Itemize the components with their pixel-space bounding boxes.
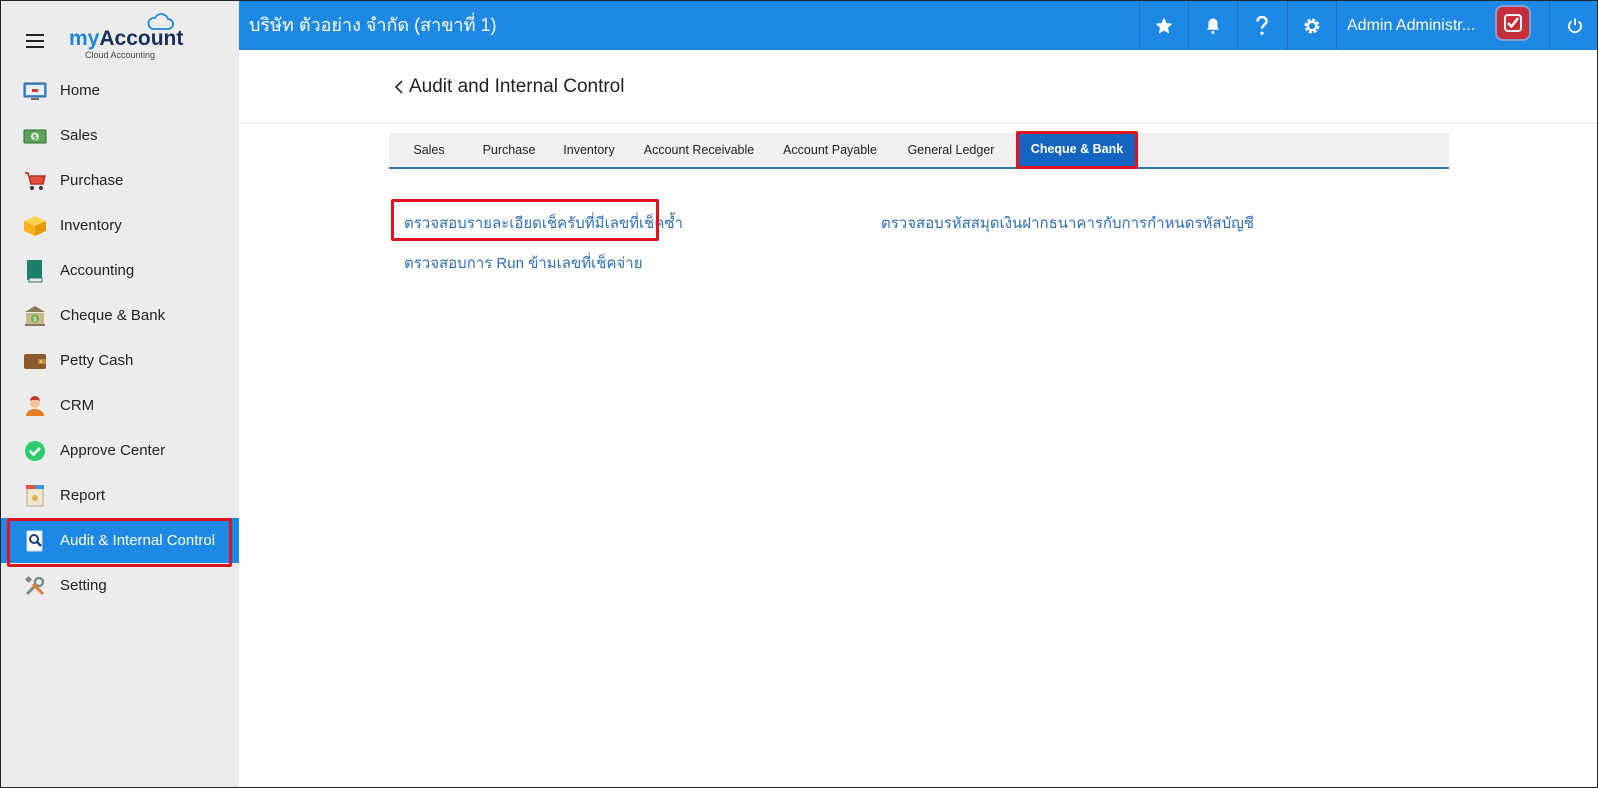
check-circle-icon xyxy=(23,439,47,463)
topbar: บริษัท ตัวอย่าง จำกัด (สาขาที่ 1) Admin … xyxy=(239,1,1597,50)
sidebar-item-audit-internal-control[interactable]: Audit & Internal Control xyxy=(1,518,239,567)
sidebar-item-label: Cheque & Bank xyxy=(60,307,166,324)
sidebar-item-label: Sales xyxy=(60,127,98,144)
sidebar-item-accounting[interactable]: Accounting xyxy=(1,248,239,293)
tools-icon xyxy=(23,574,47,598)
ledger-book-icon xyxy=(23,259,47,283)
tab-account-receivable[interactable]: Account Receivable xyxy=(629,133,769,167)
tab-inventory[interactable]: Inventory xyxy=(549,133,629,167)
link-skip-run-cheque-paid[interactable]: ตรวจสอบการ Run ข้ามเลขที่เช็คจ่าย xyxy=(404,251,642,275)
settings-button[interactable] xyxy=(1287,1,1336,50)
bell-icon xyxy=(1207,18,1219,34)
sidebar-item-approve-center[interactable]: Approve Center xyxy=(1,428,239,473)
sidebar-item-label: Home xyxy=(60,82,101,99)
page-title: Audit and Internal Control xyxy=(409,76,625,97)
brand: myAccount Cloud Accounting xyxy=(1,1,239,67)
sidebar-item-setting[interactable]: Setting xyxy=(1,563,239,608)
logo-account: Account xyxy=(99,27,184,50)
bank-icon: $ xyxy=(23,304,47,328)
sidebar-item-sales[interactable]: $ Sales xyxy=(1,113,239,158)
username: Admin Administr... xyxy=(1347,17,1476,34)
sidebar-item-purchase[interactable]: Purchase xyxy=(1,158,239,203)
svg-text:$: $ xyxy=(33,133,37,141)
logout-button[interactable] xyxy=(1549,1,1597,50)
tab-account-payable[interactable]: Account Payable xyxy=(769,133,891,167)
tab-cheque-bank[interactable]: Cheque & Bank xyxy=(1016,131,1138,169)
sidebar-item-inventory[interactable]: Inventory xyxy=(1,203,239,248)
help-button[interactable] xyxy=(1237,1,1286,50)
tab-purchase[interactable]: Purchase xyxy=(469,133,549,167)
svg-text:$: $ xyxy=(33,316,37,323)
company-name[interactable]: บริษัท ตัวอย่าง จำกัด (สาขาที่ 1) xyxy=(249,1,497,50)
app-window: myAccount Cloud Accounting Home $ Sales xyxy=(0,0,1598,788)
sidebar-item-home[interactable]: Home xyxy=(1,68,239,113)
tab-sales[interactable]: Sales xyxy=(389,133,469,167)
sidebar-item-label: Approve Center xyxy=(60,442,166,459)
avatar xyxy=(1497,7,1529,39)
customer-icon xyxy=(23,394,47,418)
chevron-left-icon xyxy=(394,80,403,94)
user-menu[interactable]: Admin Administr... xyxy=(1336,1,1549,50)
audit-magnifier-icon xyxy=(23,529,47,553)
help-icon xyxy=(1256,15,1268,35)
sidebar-item-petty-cash[interactable]: Petty Cash xyxy=(1,338,239,383)
wallet-icon xyxy=(23,349,47,373)
sidebar-item-label: CRM xyxy=(60,397,95,414)
cart-icon xyxy=(23,169,47,193)
report-icon xyxy=(23,484,47,508)
sidebar-item-label: Setting xyxy=(60,577,107,594)
logo-my: my xyxy=(69,27,100,50)
favorites-button[interactable] xyxy=(1139,1,1188,50)
sidebar: myAccount Cloud Accounting Home $ Sales xyxy=(1,1,239,787)
sidebar-item-label: Purchase xyxy=(60,172,124,189)
logo-text: myAccount xyxy=(69,27,183,51)
page-header: Audit and Internal Control xyxy=(239,50,1597,124)
link-duplicate-cheque-received[interactable]: ตรวจสอบรายละเอียดเช็ครับที่มีเลขที่เช็คซ… xyxy=(404,211,683,235)
gear-icon xyxy=(1304,18,1320,33)
badge-check-icon xyxy=(1504,14,1522,32)
sidebar-item-cheque-bank[interactable]: $ Cheque & Bank xyxy=(1,293,239,338)
star-icon xyxy=(1155,17,1173,34)
sidebar-item-report[interactable]: Report xyxy=(1,473,239,518)
sidebar-item-label: Inventory xyxy=(60,217,122,234)
logo[interactable]: myAccount Cloud Accounting xyxy=(69,13,189,63)
box-icon xyxy=(23,214,47,238)
sidebar-item-label: Petty Cash xyxy=(60,352,134,369)
audit-tabs: Sales Purchase Inventory Account Receiva… xyxy=(389,131,1449,169)
sidebar-item-label: Accounting xyxy=(60,262,135,279)
power-icon xyxy=(1567,18,1582,33)
notifications-button[interactable] xyxy=(1188,1,1237,50)
money-icon: $ xyxy=(23,124,47,148)
sidebar-item-crm[interactable]: CRM xyxy=(1,383,239,428)
home-screen-icon xyxy=(23,79,47,103)
back-button[interactable] xyxy=(389,72,409,102)
logo-subtitle: Cloud Accounting xyxy=(85,50,156,60)
sidebar-menu: Home $ Sales Purchase Inventory Accounti… xyxy=(1,68,239,608)
sidebar-item-label: Report xyxy=(60,487,106,504)
link-bank-book-account-code[interactable]: ตรวจสอบรหัสสมุดเงินฝากธนาคารกับการกำหนดร… xyxy=(881,211,1254,235)
sidebar-item-label: Audit & Internal Control xyxy=(60,532,216,549)
hamburger-menu-icon[interactable] xyxy=(26,34,44,48)
tab-general-ledger[interactable]: General Ledger xyxy=(891,133,1011,167)
